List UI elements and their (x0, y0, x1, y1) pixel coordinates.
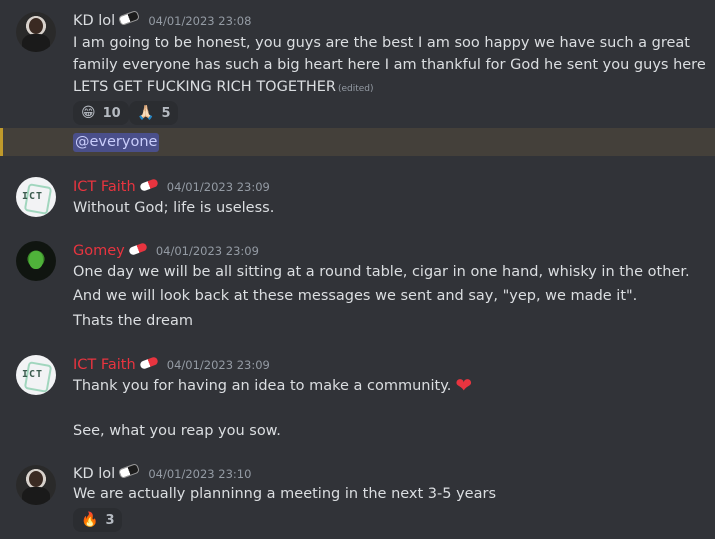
author-name[interactable]: Gomey (73, 243, 125, 259)
reaction-fire[interactable]: 🔥 3 (73, 508, 123, 532)
author-name[interactable]: ICT Faith (73, 179, 136, 195)
message-header: ICT Faith 04/01/2023 23:09 (73, 176, 270, 196)
message-line: Without God; life is useless. (73, 200, 275, 216)
message-text: Thank you for having an idea to make a c… (73, 378, 452, 394)
pill-badge-icon (138, 178, 159, 192)
reaction-grinning[interactable]: 😁 10 (73, 101, 129, 125)
message-header: Gomey 04/01/2023 23:09 (73, 240, 259, 260)
author-name[interactable]: KD lol (73, 466, 115, 482)
timestamp[interactable]: 04/01/2023 23:09 (167, 180, 270, 194)
message-line: We are actually planninng a meeting in t… (73, 486, 496, 502)
message-line-with-heart: Thank you for having an idea to make a c… (73, 374, 472, 397)
timestamp[interactable]: 04/01/2023 23:09 (156, 244, 259, 258)
message-kd-1: KD lol 04/01/2023 23:08 I am going to be… (0, 0, 715, 128)
message-line: One day we will be all sitting at a roun… (73, 264, 690, 280)
reaction-count: 10 (102, 105, 121, 121)
grinning-face-icon: 😁 (81, 105, 96, 121)
message-header: KD lol 04/01/2023 23:08 (73, 9, 251, 30)
message-line: See, what you reap you sow. (73, 423, 281, 439)
message-ict-2: ICT ICT Faith 04/01/2023 23:09 Thank you… (0, 345, 715, 450)
timestamp[interactable]: 04/01/2023 23:09 (167, 358, 270, 372)
message-line: family everyone has such a big heart her… (73, 57, 706, 73)
message-header: ICT Faith 04/01/2023 23:09 (73, 354, 270, 374)
avatar[interactable]: ICT (16, 355, 56, 395)
heart-icon: ❤ (455, 373, 473, 397)
folded-hands-icon: 🙏🏻 (137, 105, 155, 121)
avatar[interactable] (16, 465, 56, 505)
author-name[interactable]: ICT Faith (73, 357, 136, 373)
avatar[interactable] (16, 12, 56, 52)
avatar[interactable]: ICT (16, 177, 56, 217)
timestamp[interactable]: 04/01/2023 23:08 (148, 14, 251, 28)
reaction-count: 3 (105, 512, 115, 528)
pill-badge-icon (118, 9, 141, 27)
reaction-count: 5 (161, 105, 171, 121)
fire-icon: 🔥 (81, 512, 99, 528)
message-kd-2: KD lol 04/01/2023 23:10 We are actually … (0, 455, 715, 539)
message-text: LETS GET FUCKING RICH TOGETHER (73, 79, 336, 95)
message-header: KD lol 04/01/2023 23:10 (73, 462, 251, 483)
timestamp[interactable]: 04/01/2023 23:10 (148, 467, 251, 481)
message-line: Thats the dream (73, 313, 193, 329)
message-line-last: LETS GET FUCKING RICH TOGETHER (edited) (73, 76, 374, 100)
everyone-mention[interactable]: @everyone (73, 133, 160, 152)
pill-badge-icon (118, 462, 141, 480)
message-ict-1: ICT ICT Faith 04/01/2023 23:09 Without G… (0, 160, 715, 230)
pill-badge-icon (127, 242, 148, 256)
author-name[interactable]: KD lol (73, 13, 115, 29)
pill-badge-icon (138, 356, 159, 370)
message-gomey: Gomey 04/01/2023 23:09 One day we will b… (0, 230, 715, 340)
message-line: And we will look back at these messages … (73, 288, 638, 304)
avatar[interactable] (16, 241, 56, 281)
reaction-folded-hands[interactable]: 🙏🏻 5 (129, 101, 179, 125)
message-line: I am going to be honest, you guys are th… (73, 35, 690, 51)
edited-label: (edited) (337, 84, 374, 94)
